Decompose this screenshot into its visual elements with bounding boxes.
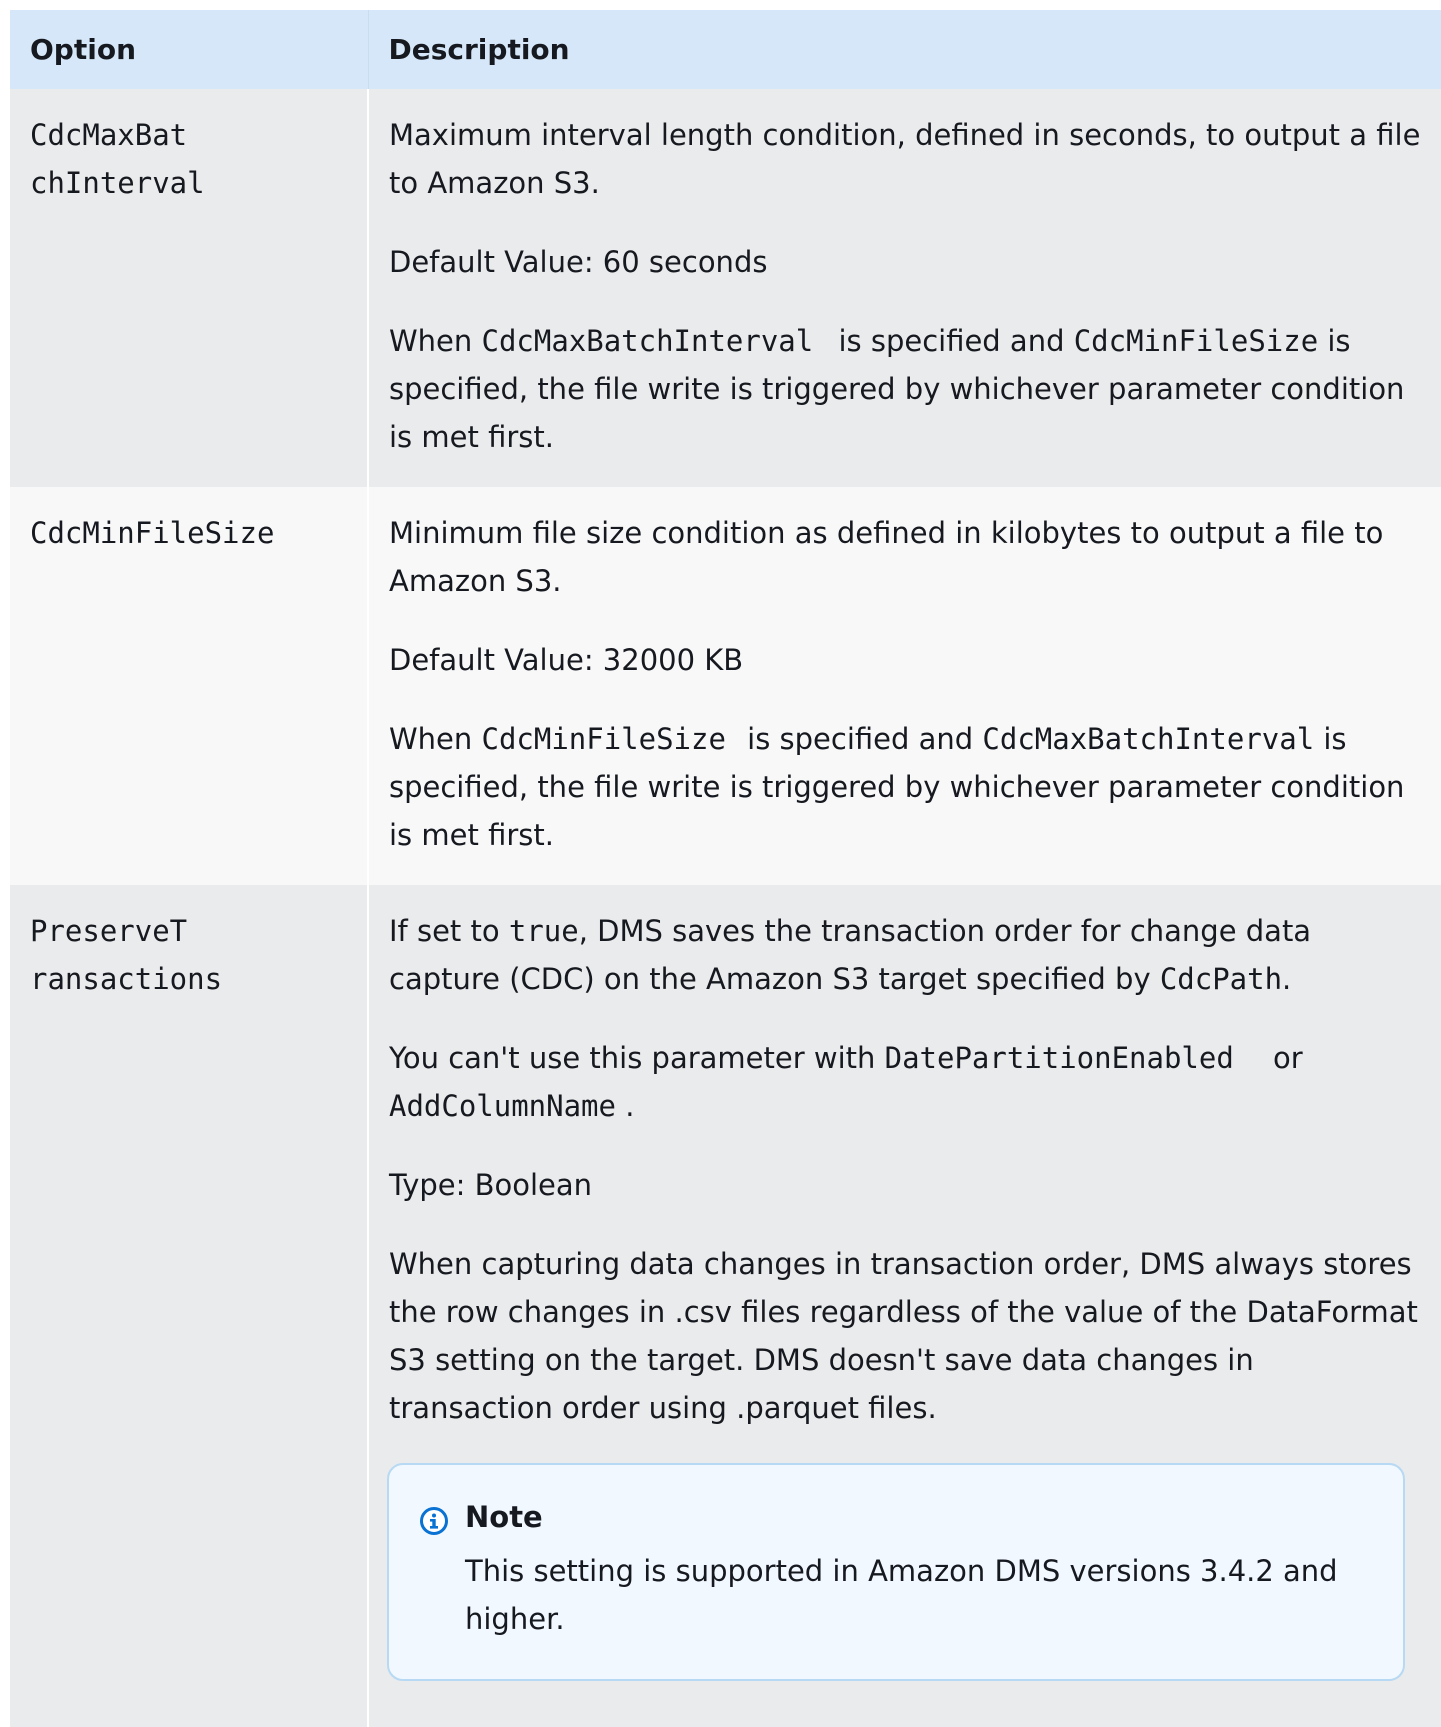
option-name-line: CdcMaxBat — [30, 118, 188, 152]
option-name-line: chInterval — [30, 166, 205, 200]
options-table-container: Option Description CdcMaxBat chInterval … — [10, 10, 1441, 1727]
description-paragraph: When CdcMaxBatchInterval is specified an… — [389, 317, 1421, 461]
note-callout: Note This setting is supported in Amazon… — [387, 1463, 1405, 1681]
text-span: When — [389, 722, 482, 756]
option-name-line: CdcMinFileSize — [30, 516, 275, 550]
description-cell: Maximum interval length condition, defin… — [368, 89, 1441, 487]
default-value-text: Default Value: 60 seconds — [389, 245, 768, 279]
description-paragraph: Minimum file size condition as defined i… — [389, 516, 1384, 598]
code-span: true — [508, 914, 579, 948]
table-row: CdcMinFileSize Minimum file size conditi… — [10, 487, 1441, 885]
default-value-text: Default Value: 32000 KB — [389, 643, 744, 677]
code-span: CdcMaxBatchInterval — [481, 324, 814, 358]
description-cell: If set to true, DMS saves the transactio… — [368, 885, 1441, 1727]
code-span: DatePartitionEnabled — [884, 1041, 1234, 1075]
note-body: This setting is supported in Amazon DMS … — [465, 1554, 1338, 1636]
note-header: Note — [419, 1495, 1373, 1539]
text-span: or — [1263, 1041, 1303, 1075]
options-table: Option Description CdcMaxBat chInterval … — [10, 10, 1441, 1727]
option-name-cell: PreserveT ransactions — [10, 885, 369, 1727]
description-paragraph: If set to true, DMS saves the transactio… — [389, 907, 1421, 1003]
type-text: Type: Boolean — [389, 1168, 593, 1202]
description-paragraph: Maximum interval length condition, defin… — [389, 118, 1421, 200]
text-span: If set to — [389, 914, 509, 948]
table-row: PreserveT ransactions If set to true, DM… — [10, 885, 1441, 1727]
code-span: CdcMinFileSize — [481, 722, 726, 756]
text-span: . — [615, 1089, 635, 1123]
option-name-cell: CdcMaxBat chInterval — [10, 89, 369, 487]
text-span: is specified and — [737, 722, 983, 756]
note-title: Note — [465, 1500, 543, 1534]
table-header-row: Option Description — [10, 10, 1441, 89]
code-span: CdcMaxBatchInterval — [982, 722, 1315, 756]
code-span: CdcMinFileSize — [1073, 324, 1319, 358]
text-span: . — [1282, 962, 1292, 996]
info-icon — [419, 1502, 449, 1535]
table-row: CdcMaxBat chInterval Maximum interval le… — [10, 89, 1441, 487]
text-span: is specified and — [829, 324, 1074, 358]
option-name-line: ransactions — [30, 962, 223, 996]
option-name-cell: CdcMinFileSize — [10, 487, 369, 885]
description-paragraph: When CdcMinFileSize is specified and Cdc… — [389, 715, 1421, 859]
code-span: AddColumnName — [389, 1089, 616, 1123]
option-name-line: PreserveT — [30, 914, 188, 948]
description-paragraph: You can't use this parameter with DatePa… — [389, 1034, 1421, 1130]
column-header-option: Option — [10, 10, 369, 89]
column-header-description: Description — [368, 10, 1441, 89]
text-span: You can't use this parameter with — [389, 1041, 885, 1075]
code-span: CdcPath — [1159, 962, 1283, 996]
description-paragraph: When capturing data changes in transacti… — [389, 1247, 1418, 1425]
text-span: When — [389, 324, 482, 358]
description-cell: Minimum file size condition as defined i… — [368, 487, 1441, 885]
